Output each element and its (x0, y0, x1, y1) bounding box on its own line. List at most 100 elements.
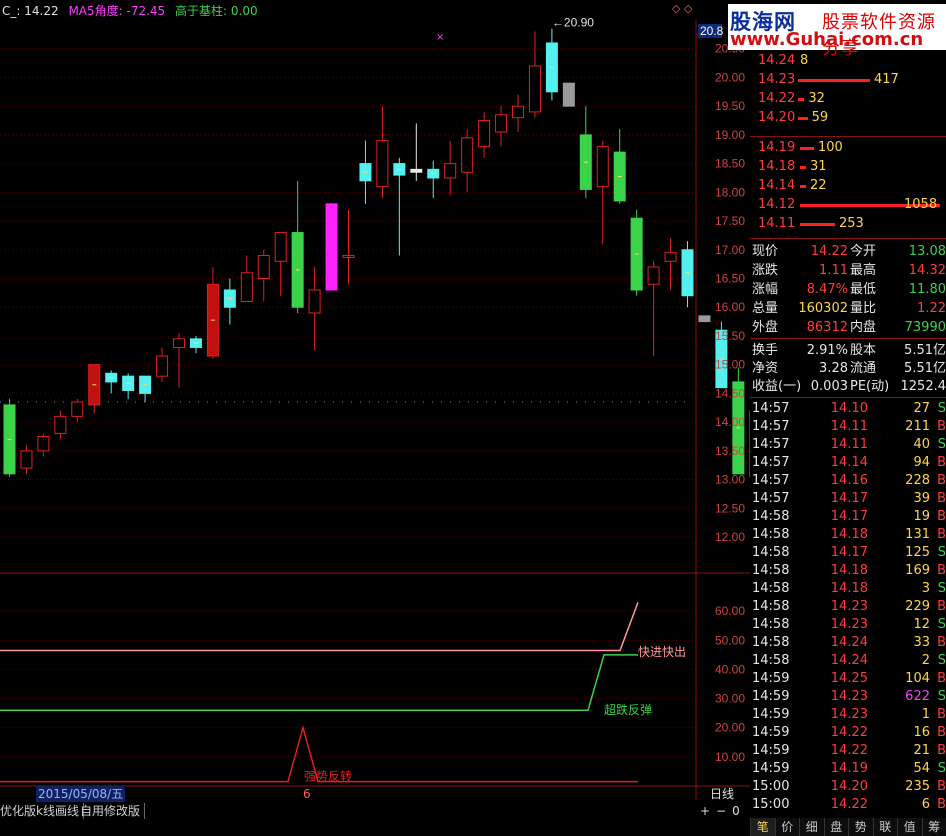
tick-volume: 19 (913, 509, 930, 524)
tick-side: S (937, 689, 946, 704)
tick-time: 14:58 (752, 581, 790, 596)
tick-volume: 125 (905, 545, 930, 560)
candle (71, 399, 84, 423)
tick-volume: 211 (905, 419, 930, 434)
rebound-line (0, 654, 638, 711)
candle (681, 241, 694, 308)
tick-price: 14.10 (830, 401, 868, 416)
zoom-out-button[interactable]: − (716, 804, 732, 818)
tick-row: 14:59 14.25 104 B (752, 670, 946, 688)
window-controls[interactable]: ◇ ◇ (672, 2, 692, 15)
bid-row: 14.11 253 (758, 215, 946, 233)
panel-tab[interactable]: 盘 (823, 818, 849, 836)
quote-value: 13.08 (908, 244, 946, 259)
kline-chart[interactable]: 20.5020.0019.5019.0018.5018.0017.5017.00… (0, 0, 750, 836)
tick-volume: 3 (921, 581, 930, 596)
candle (410, 123, 423, 181)
candle (528, 31, 541, 118)
tick-time: 14:58 (752, 617, 790, 632)
ask-row: 14.22 32 (758, 90, 946, 108)
candle-body (376, 140, 389, 188)
stat-row: 收益(一) 0.003 PE(动) 1252.4 (752, 378, 946, 396)
candle (512, 94, 524, 133)
ask-volume-bar (798, 79, 870, 82)
tick-time: 14:58 (752, 545, 790, 560)
candle (139, 375, 152, 403)
panel-tab[interactable]: 价 (774, 818, 800, 836)
quote-row: 现价 14.22 今开 13.08 (752, 243, 946, 261)
tick-side: S (937, 401, 946, 416)
ask-volume-bar (798, 117, 808, 120)
candle (206, 267, 219, 359)
quote-label: 现价 (752, 244, 779, 259)
tick-time: 14:58 (752, 653, 790, 668)
stat-row: 净资 3.28 流通 5.51亿 (752, 360, 946, 378)
candle-body (54, 415, 67, 435)
candle (630, 209, 643, 296)
tick-row: 15:00 14.22 6 B (752, 796, 946, 814)
quote-label: 量比 (850, 301, 877, 316)
ask-row: 14.20 59 (758, 109, 946, 127)
zoom-in-button[interactable]: + (700, 804, 716, 818)
period-label[interactable]: 日线 (710, 786, 734, 802)
tick-time: 14:57 (752, 473, 790, 488)
tick-volume: 21 (913, 743, 930, 758)
quote-row: 外盘 86312 内盘 73990 (752, 319, 946, 337)
tick-price: 14.23 (830, 689, 868, 704)
stat-label: 收益(一) (752, 379, 802, 394)
zoom-controls[interactable]: +−0 (700, 803, 746, 819)
stat-value: 3.28 (819, 361, 848, 376)
ask-row: 14.23 417 (758, 71, 946, 89)
quote-row: 涨幅 8.47% 最低 11.80 (752, 281, 946, 299)
tick-time: 14:57 (752, 491, 790, 506)
candle (664, 238, 677, 290)
price-tick-label: 15.50 (715, 329, 745, 343)
price-tick-label: 14.00 (715, 415, 745, 429)
indicator-tick-label: 10.00 (715, 750, 745, 764)
candle-body (478, 120, 491, 147)
quote-value: 73990 (904, 320, 946, 335)
zoom-reset-button[interactable]: 0 (732, 804, 746, 818)
tick-time: 14:59 (752, 707, 790, 722)
candle-body (647, 266, 660, 285)
tick-time: 14:58 (752, 563, 790, 578)
tick-price: 14.22 (830, 743, 868, 758)
tick-time: 14:58 (752, 527, 790, 542)
panel-tab[interactable]: 势 (848, 818, 873, 836)
tick-side: B (937, 779, 946, 794)
watermark-url: www.Guhai.com.cn (730, 29, 924, 50)
tick-volume: 2 (921, 653, 930, 668)
bid-volume-bar (800, 223, 835, 226)
price-grid (0, 48, 696, 538)
candle (291, 180, 304, 313)
quote-value: 86312 (806, 320, 848, 335)
tick-price: 14.25 (830, 671, 868, 686)
tick-volume: 12 (913, 617, 930, 632)
bottom-tab-custom[interactable]: 自用修改版 (80, 803, 146, 819)
quote-row: 总量 160302 量比 1.22 (752, 300, 946, 318)
tick-time: 15:00 (752, 797, 790, 812)
tick-time: 14:57 (752, 419, 790, 434)
tick-side: B (937, 419, 946, 434)
bottom-tab-kline[interactable]: 优化版k线画线 (0, 803, 84, 819)
stat-label: 换手 (752, 343, 779, 358)
tick-row: 14:57 14.11 211 B (752, 418, 946, 436)
tick-price: 14.22 (830, 797, 868, 812)
tick-side: B (937, 527, 946, 542)
panel-tab[interactable]: 笔 (750, 818, 775, 836)
panel-tab[interactable]: 筹 (921, 818, 946, 836)
tick-volume: 40 (913, 437, 930, 452)
candle-body (308, 289, 321, 314)
quote-row: 涨跌 1.11 最高 14.32 (752, 262, 946, 280)
tick-row: 14:58 14.24 2 S (752, 652, 946, 670)
tick-volume: 33 (913, 635, 930, 650)
panel-tab[interactable]: 细 (799, 818, 824, 836)
candle-body (495, 114, 508, 133)
high-price-label: ←20.90 (552, 16, 594, 30)
panel-tab[interactable]: 联 (872, 818, 898, 836)
quote-label: 内盘 (850, 320, 877, 335)
quote-label: 外盘 (752, 320, 779, 335)
ask-price: 14.23 (758, 72, 796, 87)
tick-row: 14:58 14.18 131 B (752, 526, 946, 544)
panel-tab[interactable]: 值 (897, 818, 922, 836)
